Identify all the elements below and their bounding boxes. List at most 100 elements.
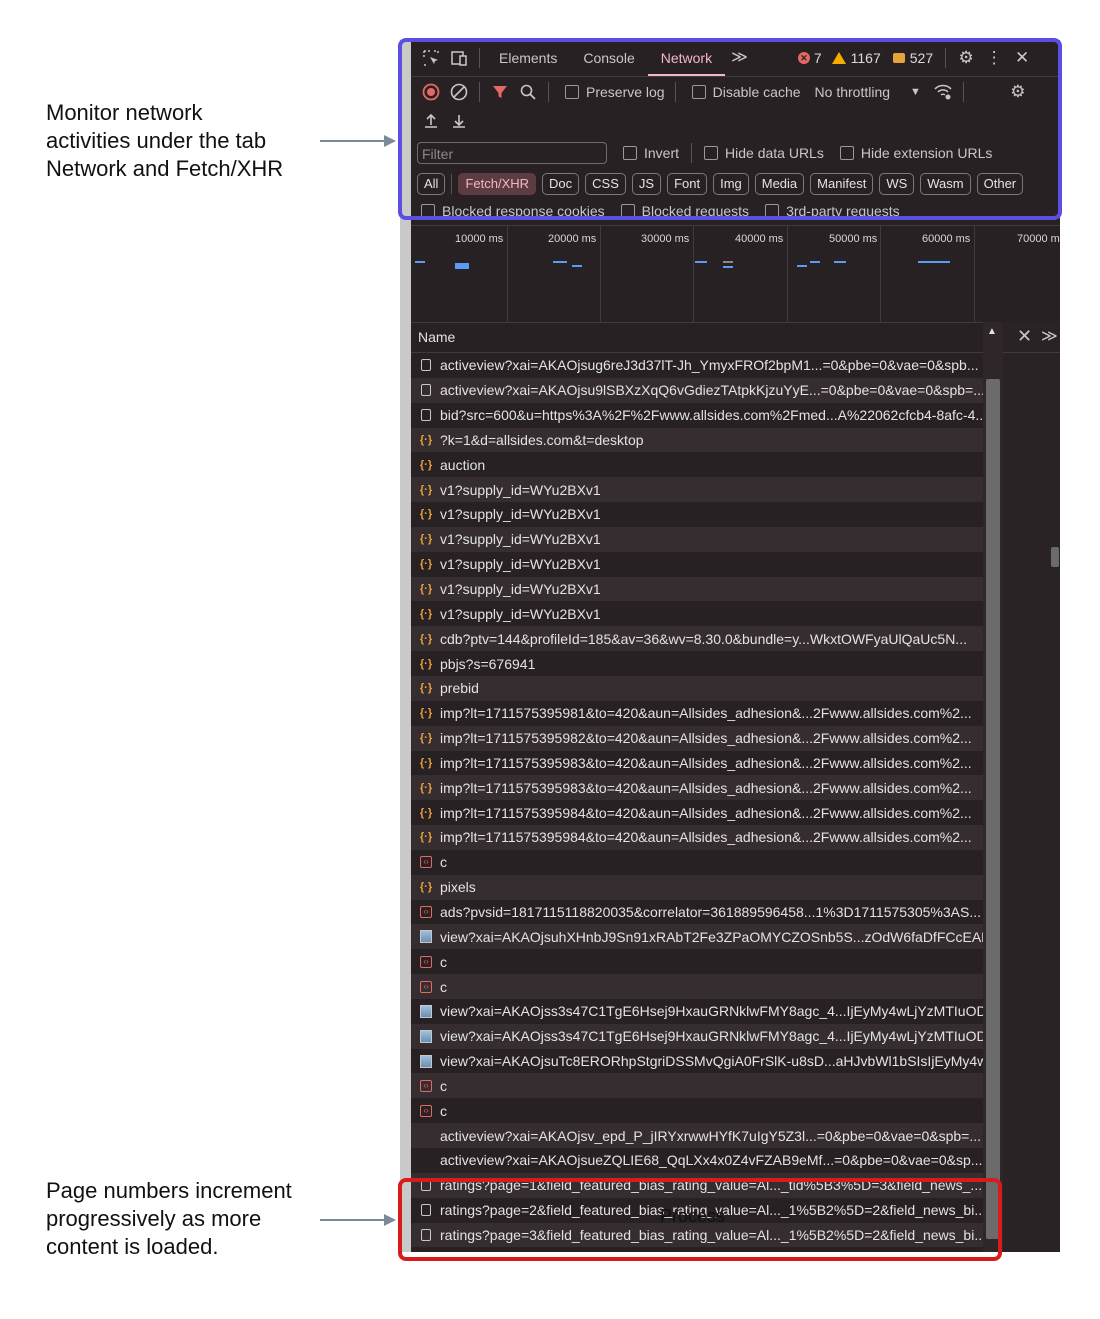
more-columns-icon[interactable]: ≫ [1041,326,1058,346]
timeline-label: 20000 ms [548,233,597,245]
scroll-up-icon[interactable]: ▲ [987,326,997,337]
fetch-xhr-icon: {·} [419,831,433,844]
left-gutter [400,40,411,1252]
request-name: auction [440,456,486,473]
side-scroll-thumb[interactable] [1051,547,1059,567]
timeline-bar [455,263,469,269]
column-name-header[interactable]: Name [418,329,455,345]
request-row[interactable]: view?xai=AKAOjsuTc8ERORhpStgriDSSMvQgiA0… [411,1048,983,1074]
request-row[interactable]: {·} prebid [411,675,983,701]
request-name: ?k=1&d=allsides.com&t=desktop [440,431,644,448]
document-icon [419,383,433,397]
timeline-bar [723,261,733,263]
request-name: c [440,854,447,871]
image-icon [419,1004,433,1018]
image-icon [419,1029,433,1043]
fetch-xhr-icon: {·} [419,657,433,670]
request-row[interactable]: activeview?xai=AKAOjsv_epd_P_jIRYxrwwHYf… [411,1123,983,1148]
timeline-gridline [693,226,694,322]
request-row[interactable]: ‹› ads?pvsid=1817115118820035&correlator=… [411,899,983,925]
request-name: imp?lt=1711575395983&to=420&aun=Allsides… [440,754,972,771]
document-icon [419,408,433,422]
timeline-label: 50000 ms [829,233,878,245]
request-row[interactable]: {·} v1?supply_id=WYu2BXv1 [411,526,983,552]
request-row[interactable]: {·} v1?supply_id=WYu2BXv1 [411,601,983,627]
details-side-panel: ✕ ≫ [1003,322,1060,1252]
timeline-label: 70000 m [1017,233,1060,245]
fetch-xhr-icon: {·} [419,433,433,446]
request-row[interactable]: {·} imp?lt=1711575395982&to=420&aun=Allsi… [411,725,983,751]
request-row[interactable]: {·} pixels [411,874,983,900]
request-row[interactable]: ‹› c [411,974,983,999]
script-icon: ‹› [419,855,433,869]
timeline-gridline [880,226,881,322]
request-row[interactable]: {·} pbjs?s=676941 [411,651,983,676]
request-name: pbjs?s=676941 [440,655,536,672]
request-row[interactable]: {·} imp?lt=1711575395983&to=420&aun=Allsi… [411,750,983,776]
fetch-xhr-icon: {·} [419,508,433,521]
request-row[interactable]: {·} v1?supply_id=WYu2BXv1 [411,576,983,602]
request-name: c [440,978,447,995]
fetch-xhr-icon: {·} [419,881,433,894]
divider [1003,352,1060,353]
annotation-page-numbers: Page numbers increment progressively as … [46,1178,292,1259]
timeline-gridline [787,226,788,322]
request-name: v1?supply_id=WYu2BXv1 [440,556,601,573]
request-row[interactable]: view?xai=AKAOjsuhXHnbJ9Sn91xRAbT2Fe3ZPaO… [411,924,983,950]
request-row[interactable]: activeview?xai=AKAOjsug6reJ3d37lT-Jh_Ymy… [411,353,983,378]
request-row[interactable]: {·} imp?lt=1711575395984&to=420&aun=Allsi… [411,825,983,850]
fetch-xhr-icon: {·} [419,682,433,695]
request-row[interactable]: ‹› c [411,1098,983,1124]
request-row[interactable]: {·} imp?lt=1711575395981&to=420&aun=Allsi… [411,700,983,726]
request-name: v1?supply_id=WYu2BXv1 [440,531,601,548]
request-name: imp?lt=1711575395982&to=420&aun=Allsides… [440,730,972,747]
fetch-xhr-icon: {·} [419,558,433,571]
fetch-xhr-icon: {·} [419,806,433,819]
request-row[interactable]: bid?src=600&u=https%3A%2F%2Fwww.allsides… [411,402,983,428]
request-row[interactable]: {·} imp?lt=1711575395983&to=420&aun=Allsi… [411,775,983,801]
annotation-arrow-bottom [320,1214,396,1226]
timeline-label: 30000 ms [641,233,690,245]
request-name: activeview?xai=AKAOjsueZQLIE68_QqLXx4x0Z… [440,1152,983,1169]
fetch-xhr-icon: {·} [419,533,433,546]
process-overlay-text: Process [660,1206,726,1226]
request-row[interactable]: activeview?xai=AKAOjsu9lSBXzXqQ6vGdiezTA… [411,377,983,403]
timeline-bar [810,261,820,263]
request-name: activeview?xai=AKAOjsv_epd_P_jIRYxrwwHYf… [440,1127,981,1144]
timeline-bar [553,261,567,263]
fetch-xhr-icon: {·} [419,756,433,769]
request-row[interactable]: {·} imp?lt=1711575395984&to=420&aun=Allsi… [411,800,983,826]
request-row[interactable]: ‹› c [411,849,983,875]
request-row[interactable]: {·} auction [411,452,983,478]
request-name: ads?pvsid=1817115118820035&correlator=36… [440,903,981,920]
blank-icon [419,1129,433,1143]
request-name: view?xai=AKAOjss3s47C1TgE6Hsej9HxauGRNkl… [440,1003,983,1020]
request-row[interactable]: {·} ?k=1&d=allsides.com&t=desktop [411,427,983,453]
request-row[interactable]: view?xai=AKAOjss3s47C1TgE6Hsej9HxauGRNkl… [411,1023,983,1049]
request-row[interactable]: ‹› c [411,1073,983,1099]
fetch-xhr-icon: {·} [419,583,433,596]
request-row[interactable]: {·} v1?supply_id=WYu2BXv1 [411,502,983,527]
request-name: view?xai=AKAOjss3s47C1TgE6Hsej9HxauGRNkl… [440,1028,983,1045]
request-name: activeview?xai=AKAOjsug6reJ3d37lT-Jh_Ymy… [440,357,979,374]
network-overview-timeline[interactable]: 10000 ms 20000 ms 30000 ms 40000 ms 5000… [411,225,1060,323]
request-row[interactable]: view?xai=AKAOjss3s47C1TgE6Hsej9HxauGRNkl… [411,998,983,1024]
request-row[interactable]: {·} v1?supply_id=WYu2BXv1 [411,551,983,577]
request-name: prebid [440,680,479,697]
document-icon [419,358,433,372]
request-row[interactable]: {·} cdb?ptv=144&profileId=185&av=36&wv=8.… [411,626,983,652]
timeline-gridline [600,226,601,322]
request-row[interactable]: ‹› c [411,949,983,975]
timeline-bar [797,265,807,267]
request-name: imp?lt=1711575395984&to=420&aun=Allsides… [440,804,972,821]
request-name: view?xai=AKAOjsuTc8ERORhpStgriDSSMvQgiA0… [440,1053,983,1070]
request-row[interactable]: activeview?xai=AKAOjsueZQLIE68_QqLXx4x0Z… [411,1148,983,1173]
fetch-xhr-icon: {·} [419,781,433,794]
request-name: imp?lt=1711575395983&to=420&aun=Allsides… [440,779,972,796]
timeline-bar [723,266,733,268]
script-icon: ‹› [419,1079,433,1093]
close-details-icon[interactable]: ✕ [1017,326,1032,347]
request-name: bid?src=600&u=https%3A%2F%2Fwww.allsides… [440,407,983,424]
scrollbar-thumb[interactable] [986,379,1000,1239]
request-row[interactable]: {·} v1?supply_id=WYu2BXv1 [411,477,983,503]
